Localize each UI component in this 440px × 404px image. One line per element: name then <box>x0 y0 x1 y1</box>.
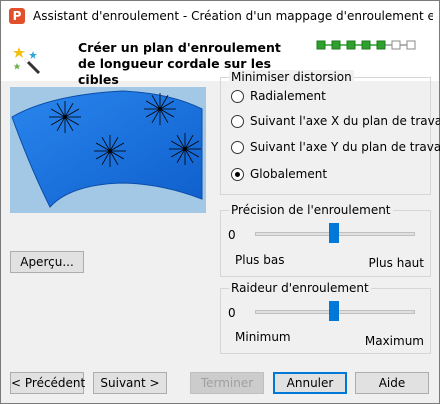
radio-y-axis-button[interactable] <box>231 140 244 154</box>
precision-value: 0 <box>228 228 236 242</box>
wrap-wizard-dialog: P Assistant d'enroulement - Création d'u… <box>0 0 440 404</box>
radio-y-axis-label: Suivant l'axe Y du plan de travail <box>250 140 440 154</box>
finish-button[interactable]: Terminer <box>190 372 264 394</box>
radio-global[interactable]: Globalement <box>231 166 327 182</box>
distortion-group-label: Minimiser distorsion <box>229 70 354 84</box>
step-pending <box>406 40 416 50</box>
step-completed <box>361 40 371 50</box>
distortion-group: Minimiser distorsion Radialement Suivant… <box>220 70 440 195</box>
stiffness-slider-thumb[interactable] <box>329 301 339 321</box>
magic-wand-icon <box>13 47 41 75</box>
stiffness-group-label: Raideur d'enroulement <box>229 281 371 295</box>
step-progress-indicator <box>316 40 416 50</box>
previous-button[interactable]: < Précédent <box>10 372 85 394</box>
step-completed <box>331 40 341 50</box>
radio-y-axis[interactable]: Suivant l'axe Y du plan de travail <box>231 139 440 155</box>
radio-x-axis-button[interactable] <box>231 114 244 128</box>
precision-high-label: Plus haut <box>368 256 424 270</box>
preview-button[interactable]: Aperçu... <box>10 251 84 273</box>
stiffness-value: 0 <box>228 306 236 320</box>
radio-radial-button[interactable] <box>231 89 244 103</box>
precision-low-label: Plus bas <box>235 253 285 267</box>
step-completed <box>376 40 386 50</box>
app-icon: P <box>9 8 25 24</box>
radio-global-button[interactable] <box>231 167 244 181</box>
precision-group-label: Précision de l'enroulement <box>229 203 393 217</box>
radio-x-axis[interactable]: Suivant l'axe X du plan de travail <box>231 113 440 129</box>
radio-global-label: Globalement <box>250 167 328 181</box>
help-button[interactable]: Aide <box>355 372 429 394</box>
radio-radial-label: Radialement <box>250 89 326 103</box>
radio-radial[interactable]: Radialement <box>231 88 326 104</box>
wizard-header: Créer un plan d'enroulement de longueur … <box>1 31 439 87</box>
stiffness-low-label: Minimum <box>235 330 291 344</box>
step-completed <box>316 40 326 50</box>
window-title: Assistant d'enroulement - Création d'un … <box>33 9 433 23</box>
precision-slider-thumb[interactable] <box>329 223 339 243</box>
next-button[interactable]: Suivant > <box>93 372 167 394</box>
precision-group: Précision de l'enroulement 0 Plus bas Pl… <box>220 203 431 277</box>
preview-image <box>10 87 206 213</box>
radio-x-axis-label: Suivant l'axe X du plan de travail <box>250 114 440 128</box>
stiffness-high-label: Maximum <box>364 334 424 348</box>
title-bar: P Assistant d'enroulement - Création d'u… <box>1 1 439 31</box>
step-completed <box>346 40 356 50</box>
stiffness-group: Raideur d'enroulement 0 Minimum Maximum <box>220 281 431 354</box>
step-pending <box>391 40 401 50</box>
cancel-button[interactable]: Annuler <box>273 372 347 394</box>
